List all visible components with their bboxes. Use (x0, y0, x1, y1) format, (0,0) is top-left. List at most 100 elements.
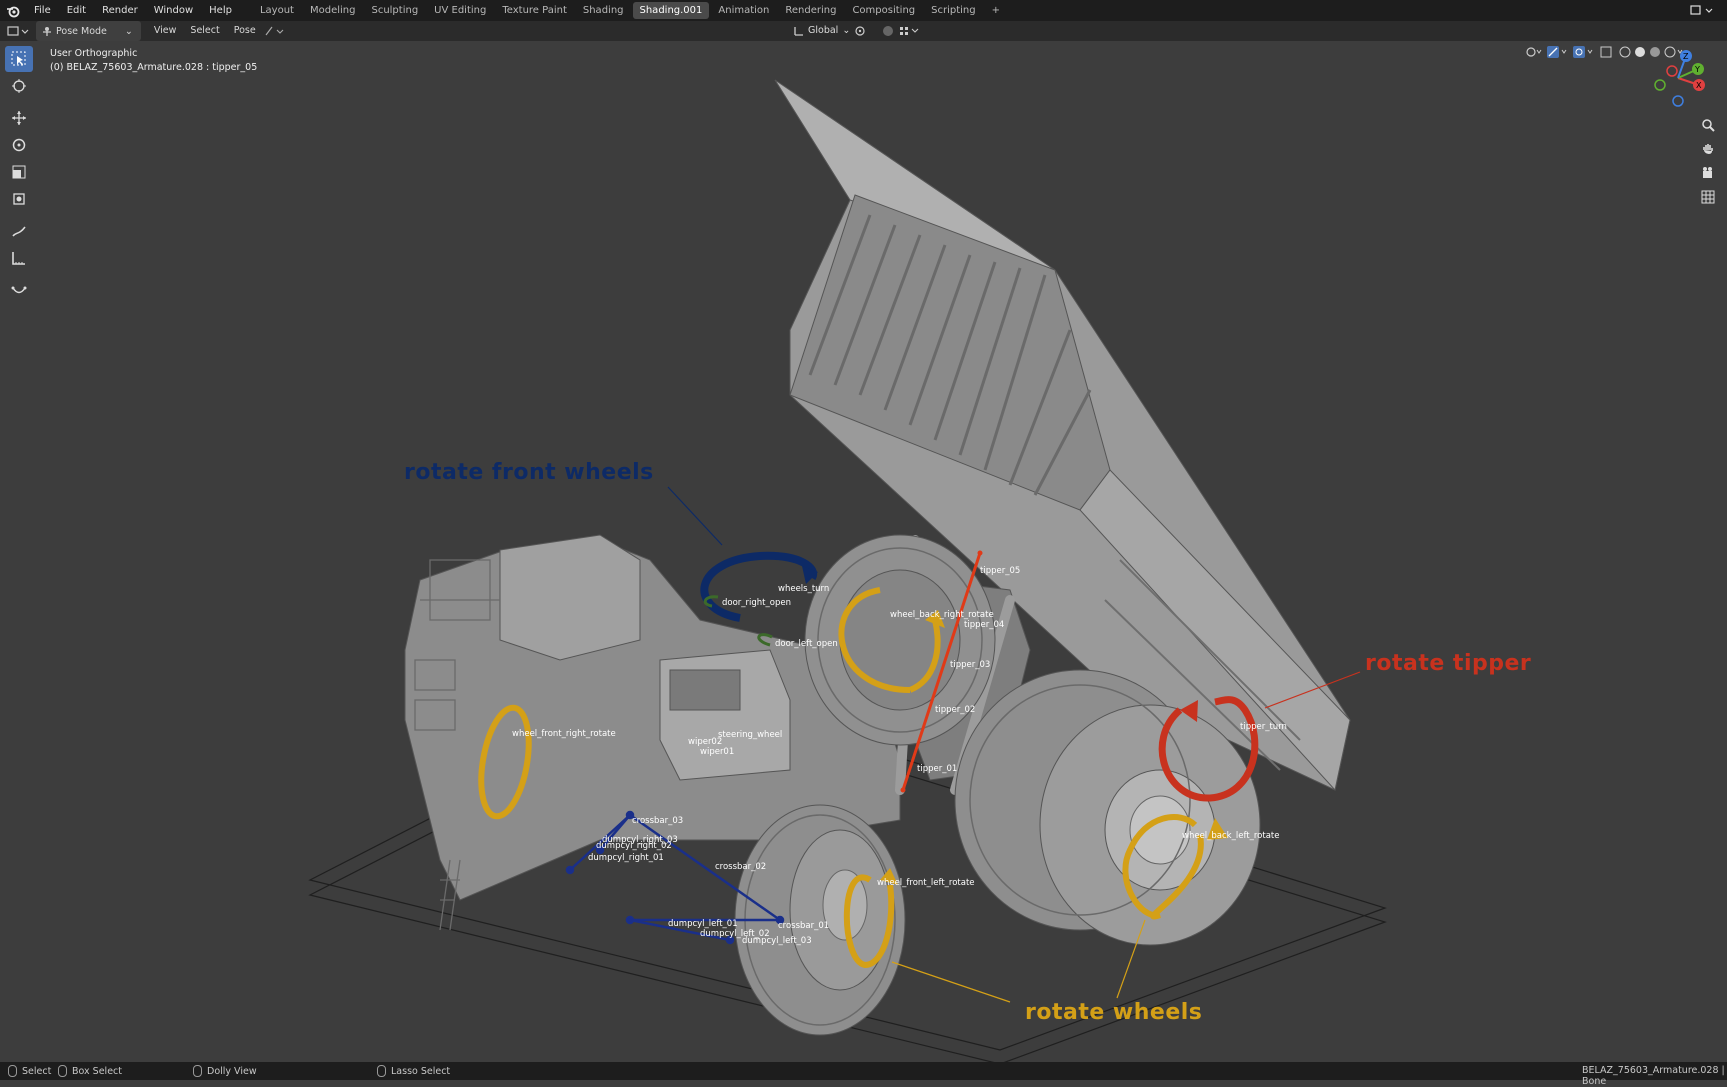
bone-label: crossbar_01 (778, 921, 829, 931)
menu-file[interactable]: File (26, 0, 59, 21)
bone-label: wheel_back_right_rotate (890, 610, 994, 620)
annotate-tool[interactable] (5, 218, 33, 244)
menu-view[interactable]: View (147, 21, 184, 41)
zoom-button[interactable] (1697, 114, 1719, 136)
status-select-label: Select (22, 1065, 52, 1077)
pivot-snap-icons[interactable] (852, 23, 922, 39)
status-dolly-label: Dolly View (207, 1065, 257, 1077)
bone-label: door_left_open (775, 639, 838, 649)
magnifier-icon (1702, 119, 1715, 132)
annotation-rotate-wheels: rotate wheels (1025, 1000, 1203, 1025)
add-workspace-button[interactable]: + (985, 2, 1007, 19)
scale-icon (12, 165, 26, 179)
menu-render[interactable]: Render (94, 0, 146, 21)
menu-select[interactable]: Select (183, 21, 226, 41)
grid-icon (1701, 190, 1715, 204)
orientation-icon (794, 27, 803, 36)
scale-tool[interactable] (5, 159, 33, 185)
active-object-label: (0) BELAZ_75603_Armature.028 : tipper_05 (50, 62, 258, 73)
orientation-label: Global (808, 25, 839, 36)
status-box-select: Box Select (58, 1065, 122, 1077)
pose-mode-icon (43, 27, 51, 36)
move-tool[interactable] (5, 105, 33, 131)
bone-label: crossbar_03 (632, 816, 683, 826)
mode-dropdown[interactable]: Pose Mode ⌄ (36, 21, 141, 41)
transform-orientation-dropdown[interactable]: Global ⌄ (788, 23, 857, 39)
y-axis-label: Y (1694, 65, 1700, 74)
status-dolly-view: Dolly View (193, 1065, 257, 1077)
chevron-down-icon: ⌄ (842, 25, 851, 36)
view-name: User Orthographic (50, 48, 138, 59)
tab-uv-editing[interactable]: UV Editing (427, 2, 493, 19)
viewport-info-overlay: User Orthographic (0) BELAZ_75603_Armatu… (50, 47, 257, 75)
bone-label: steering_wheel (718, 730, 782, 740)
top-menu-bar: File Edit Render Window Help Layout Mode… (0, 0, 1727, 21)
viewport-nav-buttons (1697, 112, 1719, 210)
bone-roll-tool[interactable] (5, 277, 33, 303)
bone-label: crossbar_02 (715, 862, 766, 872)
editor-type-icon[interactable] (6, 24, 32, 38)
bone-label: wheel_front_right_rotate (512, 729, 616, 739)
tab-compositing[interactable]: Compositing (845, 2, 922, 19)
tab-sculpting[interactable]: Sculpting (364, 2, 425, 19)
tool-shelf (5, 45, 37, 304)
bone-label: dumpcyl_right_01 (588, 853, 664, 863)
chevron-down-icon: ⌄ (124, 25, 133, 37)
select-box-tool[interactable] (5, 46, 33, 72)
status-bar: Select Box Select Dolly View Lasso Selec… (0, 1062, 1727, 1087)
rotate-tool[interactable] (5, 132, 33, 158)
menu-pose[interactable]: Pose (227, 21, 263, 41)
tab-scripting[interactable]: Scripting (924, 2, 982, 19)
bone-label: dumpcyl_right_02 (596, 841, 672, 851)
scene-icon[interactable] (1689, 3, 1715, 17)
bone-label: wiper01 (700, 747, 734, 757)
x-axis-label: X (1696, 81, 1702, 90)
tab-layout[interactable]: Layout (253, 2, 301, 19)
mouse-left-icon (8, 1065, 17, 1077)
menu-edit[interactable]: Edit (59, 0, 94, 21)
status-select: Select (8, 1065, 51, 1077)
viewport-header: Pose Mode ⌄ View Select Pose Global ⌄ (0, 21, 1727, 58)
menu-window[interactable]: Window (146, 0, 201, 21)
bone-label: dumpcyl_left_03 (742, 936, 812, 946)
tab-rendering[interactable]: Rendering (778, 2, 843, 19)
bone-label: tipper_01 (917, 764, 957, 774)
navigation-gizmo[interactable]: X Y Z (1640, 48, 1714, 110)
tab-animation[interactable]: Animation (711, 2, 776, 19)
transform-tool[interactable] (5, 186, 33, 212)
mode-label: Pose Mode (56, 25, 107, 37)
annotate-pencil-icon (12, 226, 26, 237)
perspective-toggle-button[interactable] (1697, 186, 1719, 208)
camera-view-button[interactable] (1697, 162, 1719, 184)
select-box-icon (11, 51, 26, 66)
pan-button[interactable] (1697, 138, 1719, 160)
bone-label: dumpcyl_left_01 (668, 919, 738, 929)
cursor-tool[interactable] (5, 73, 33, 99)
z-axis-label: Z (1683, 52, 1689, 61)
pose-options-icon[interactable] (263, 24, 285, 38)
bone-label: tipper_02 (935, 705, 975, 715)
bone-label: tipper_turn (1240, 722, 1287, 732)
tab-shading-001[interactable]: Shading.001 (632, 2, 710, 19)
3d-viewport[interactable]: wheels_turn door_right_open door_left_op… (0, 41, 1727, 1062)
tab-texture-paint[interactable]: Texture Paint (495, 2, 574, 19)
menu-help[interactable]: Help (201, 0, 240, 21)
bone-label: wiper02 (688, 737, 722, 747)
status-right-info: BELAZ_75603_Armature.028 | Bone (1582, 1065, 1725, 1087)
blender-logo-icon[interactable] (6, 4, 20, 18)
mouse-right-icon (377, 1065, 386, 1077)
status-lasso-label: Lasso Select (391, 1065, 451, 1077)
tab-modeling[interactable]: Modeling (303, 2, 363, 19)
measure-tool[interactable] (5, 245, 33, 271)
rotate-icon (12, 138, 26, 152)
transform-icon (13, 193, 25, 205)
bone-label: door_right_open (722, 598, 791, 608)
bone-label: wheel_back_left_rotate (1182, 831, 1280, 841)
tab-shading[interactable]: Shading (576, 2, 631, 19)
bone-label: tipper_03 (950, 660, 990, 670)
status-box-select-label: Box Select (72, 1065, 122, 1077)
measure-ruler-icon (12, 252, 25, 265)
mouse-drag-icon (58, 1065, 67, 1077)
bone-label: wheels_turn (778, 584, 829, 594)
annotation-rotate-tipper: rotate tipper (1365, 651, 1532, 676)
